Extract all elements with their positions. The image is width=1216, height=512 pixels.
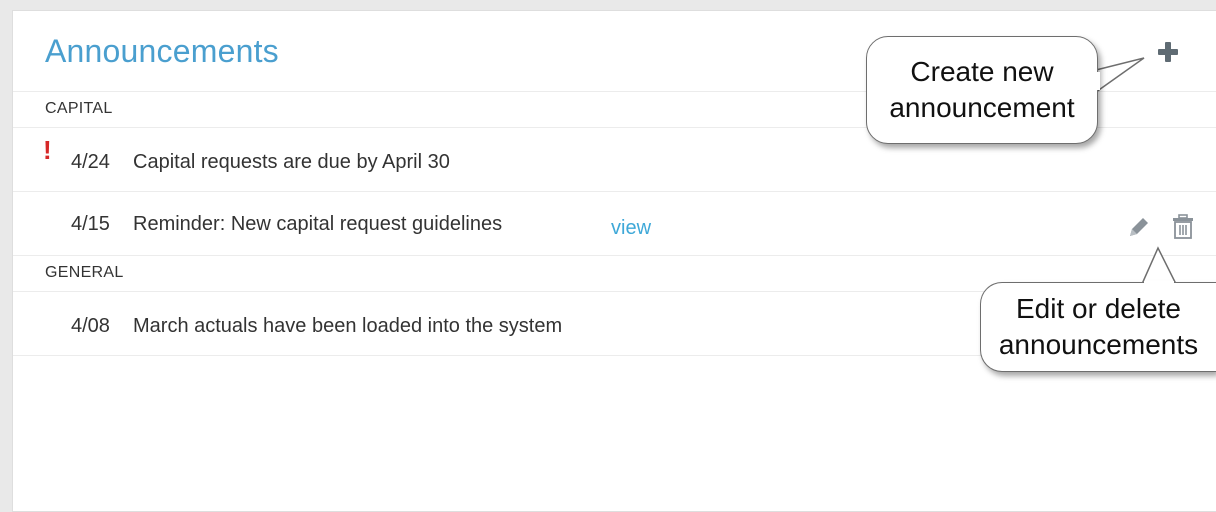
announcement-text: Capital requests are due by April 30 [133, 151, 450, 173]
announcement-date: 4/24 [71, 151, 110, 173]
trash-icon [1173, 214, 1193, 239]
callout-edit-line1: Edit or delete [1016, 293, 1181, 324]
view-link[interactable]: view [611, 217, 651, 240]
section-label-general: GENERAL [45, 264, 124, 281]
announcement-date: 4/15 [71, 213, 110, 235]
callout-create-line1: Create new [910, 56, 1054, 87]
pointer-joint [1144, 281, 1174, 285]
announcement-text: March actuals have been loaded into the … [133, 315, 563, 337]
callout-create-line2: announcement [889, 92, 1075, 123]
pointer-joint [1096, 72, 1100, 90]
announcement-date: 4/08 [71, 315, 110, 337]
panel-title: Announcements [45, 33, 279, 69]
alert-icon: ! [43, 135, 52, 165]
divider [13, 255, 1216, 256]
delete-button[interactable] [1169, 213, 1197, 241]
section-label-capital: CAPITAL [45, 100, 113, 117]
callout-edit: Edit or delete announcements [980, 282, 1216, 372]
pencil-icon [1130, 218, 1148, 236]
plus-icon [1158, 42, 1178, 62]
add-announcement-button[interactable] [1153, 37, 1183, 67]
edit-button[interactable] [1125, 213, 1153, 241]
list-item[interactable]: 4/15 Reminder: New capital request guide… [13, 191, 1216, 255]
announcement-text: Reminder: New capital request guidelines [133, 213, 503, 235]
callout-create: Create new announcement [866, 36, 1098, 144]
callout-edit-line2: announcements [998, 329, 1199, 360]
